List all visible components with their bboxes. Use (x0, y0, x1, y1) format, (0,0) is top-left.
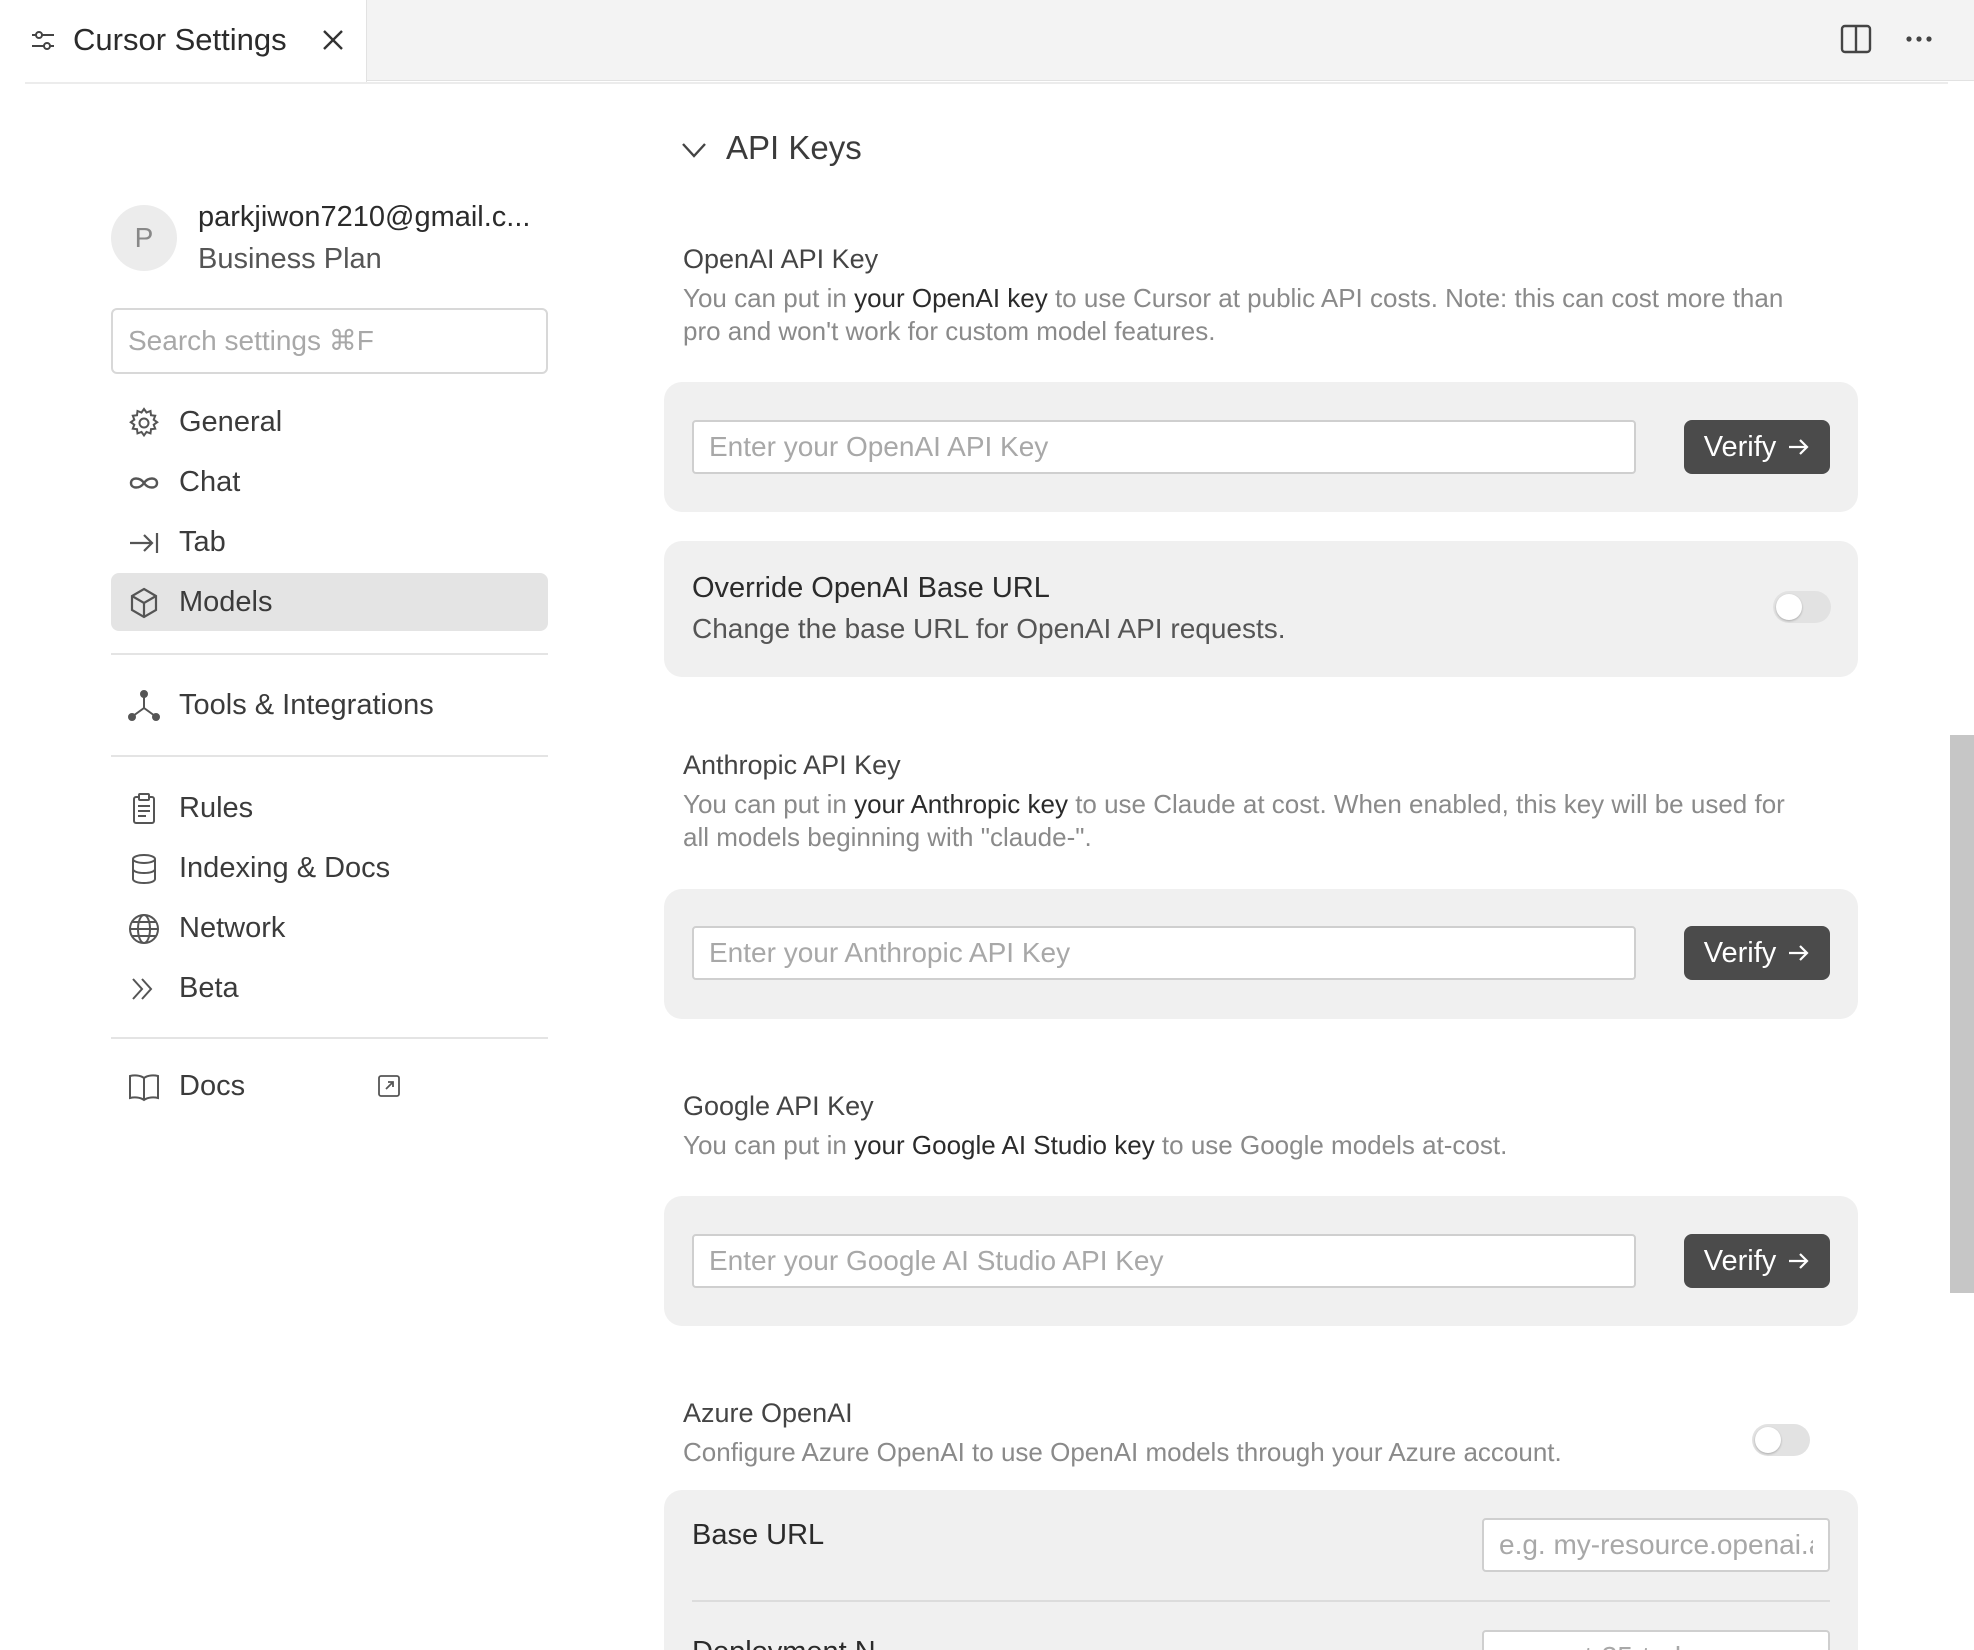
arrow-right-icon (1789, 439, 1809, 455)
anthropic-key-card: Verify (664, 889, 1858, 1019)
anthropic-key-link[interactable]: your Anthropic key (854, 789, 1068, 819)
anthropic-verify-button[interactable]: Verify (1684, 926, 1830, 980)
tab-divider (25, 82, 1948, 84)
arrow-right-icon (1789, 1253, 1809, 1269)
google-key-input[interactable] (692, 1234, 1636, 1288)
sidebar-item-indexing-docs[interactable]: Indexing & Docs (111, 839, 548, 897)
book-icon (129, 1074, 159, 1102)
sidebar-item-network[interactable]: Network (111, 899, 548, 957)
sidebar-item-label: Chat (179, 466, 241, 498)
sidebar-item-label: Beta (179, 972, 239, 1004)
sidebar-item-rules[interactable]: Rules (111, 779, 548, 837)
double-chevron-icon (132, 978, 153, 1000)
description-text: You can put in (683, 1130, 855, 1160)
split-editor-icon[interactable] (1839, 22, 1873, 56)
sidebar-divider (111, 1037, 548, 1039)
override-base-url-toggle[interactable] (1773, 591, 1831, 623)
openai-key-card: Verify (664, 382, 1858, 512)
override-description: Change the base URL for OpenAI API reque… (692, 613, 1286, 644)
sidebar-divider (111, 653, 548, 655)
sidebar-item-docs[interactable]: Docs (111, 1057, 548, 1115)
sidebar-item-label: Indexing & Docs (179, 852, 391, 884)
sidebar-item-label: Models (179, 586, 273, 618)
google-verify-button[interactable]: Verify (1684, 1234, 1830, 1288)
override-base-url-card: Override OpenAI Base URL Change the base… (664, 541, 1858, 677)
external-link-icon (378, 1075, 400, 1097)
sidebar-item-tab[interactable]: Tab (111, 513, 548, 571)
deployment-name-label: Deployment N (692, 1634, 876, 1650)
user-email: parkjiwon7210@gmail.c... (198, 201, 531, 233)
sidebar-item-label: Tab (179, 526, 226, 558)
sidebar-item-chat[interactable]: Chat (111, 453, 548, 511)
sidebar-item-beta[interactable]: Beta (111, 959, 548, 1017)
search-input[interactable] (111, 308, 548, 374)
azure-toggle[interactable] (1752, 1424, 1810, 1456)
sidebar-item-general[interactable]: General (111, 393, 548, 451)
sidebar-item-label: Rules (179, 792, 254, 824)
google-key-card: Verify (664, 1196, 1858, 1326)
azure-description: Configure Azure OpenAI to use OpenAI mod… (683, 1437, 1562, 1467)
cube-icon (130, 587, 158, 619)
anthropic-key-title: Anthropic API Key (683, 750, 901, 780)
google-key-description: You can put in your Google AI Studio key… (683, 1129, 1813, 1162)
openai-key-description: You can put in your OpenAI key to use Cu… (683, 282, 1813, 348)
arrow-right-icon (1789, 945, 1809, 961)
openai-key-title: OpenAI API Key (683, 244, 879, 274)
tab-arrow-icon (130, 533, 159, 553)
chevron-down-icon[interactable] (678, 134, 710, 166)
verify-label: Verify (1703, 430, 1777, 463)
user-plan: Business Plan (198, 243, 382, 275)
verify-label: Verify (1703, 1244, 1777, 1277)
description-text: You can put in (683, 283, 855, 313)
settings-sliders-icon (32, 31, 54, 50)
deployment-name-input[interactable] (1482, 1630, 1830, 1650)
close-icon[interactable] (317, 24, 349, 56)
tab-cursor-settings[interactable]: Cursor Settings (0, 0, 367, 82)
override-title: Override OpenAI Base URL (692, 572, 1050, 604)
openai-key-link[interactable]: your OpenAI key (854, 283, 1048, 313)
google-key-link[interactable]: your Google AI Studio key (854, 1130, 1155, 1160)
sidebar-item-label: Tools & Integrations (179, 689, 434, 721)
openai-verify-button[interactable]: Verify (1684, 420, 1830, 474)
clipboard-icon (133, 793, 155, 824)
infinity-icon (129, 477, 159, 489)
anthropic-key-description: You can put in your Anthropic key to use… (683, 788, 1813, 854)
gear-icon (129, 407, 159, 438)
description-text: You can put in (683, 789, 855, 819)
openai-key-input[interactable] (692, 420, 1636, 474)
database-icon (132, 854, 156, 885)
sidebar-divider (111, 755, 548, 757)
avatar: P (111, 205, 177, 271)
anthropic-key-input[interactable] (692, 926, 1636, 980)
base-url-input[interactable] (1482, 1518, 1830, 1572)
google-key-title: Google API Key (683, 1091, 874, 1121)
sidebar-item-label: Docs (179, 1070, 246, 1102)
integrations-icon (128, 690, 160, 721)
verify-label: Verify (1703, 936, 1777, 969)
globe-icon (129, 914, 159, 944)
card-divider (692, 1600, 1830, 1602)
sidebar-item-label: General (179, 406, 283, 438)
sidebar-item-tools-integrations[interactable]: Tools & Integrations (111, 676, 548, 734)
azure-config-card: Base URL Deployment N (664, 1490, 1858, 1650)
section-title-api-keys[interactable]: API Keys (726, 126, 862, 170)
description-text: to use Google models at-cost. (1154, 1130, 1508, 1160)
scrollbar-thumb[interactable] (1950, 735, 1974, 1293)
tab-title: Cursor Settings (73, 22, 287, 57)
sidebar-item-label: Network (179, 912, 286, 944)
base-url-label: Base URL (692, 1519, 825, 1551)
more-actions-icon[interactable] (1902, 22, 1936, 56)
azure-title: Azure OpenAI (683, 1398, 853, 1428)
sidebar-item-models[interactable]: Models (111, 573, 548, 631)
editor-tab-bar: Cursor Settings (0, 0, 1974, 82)
